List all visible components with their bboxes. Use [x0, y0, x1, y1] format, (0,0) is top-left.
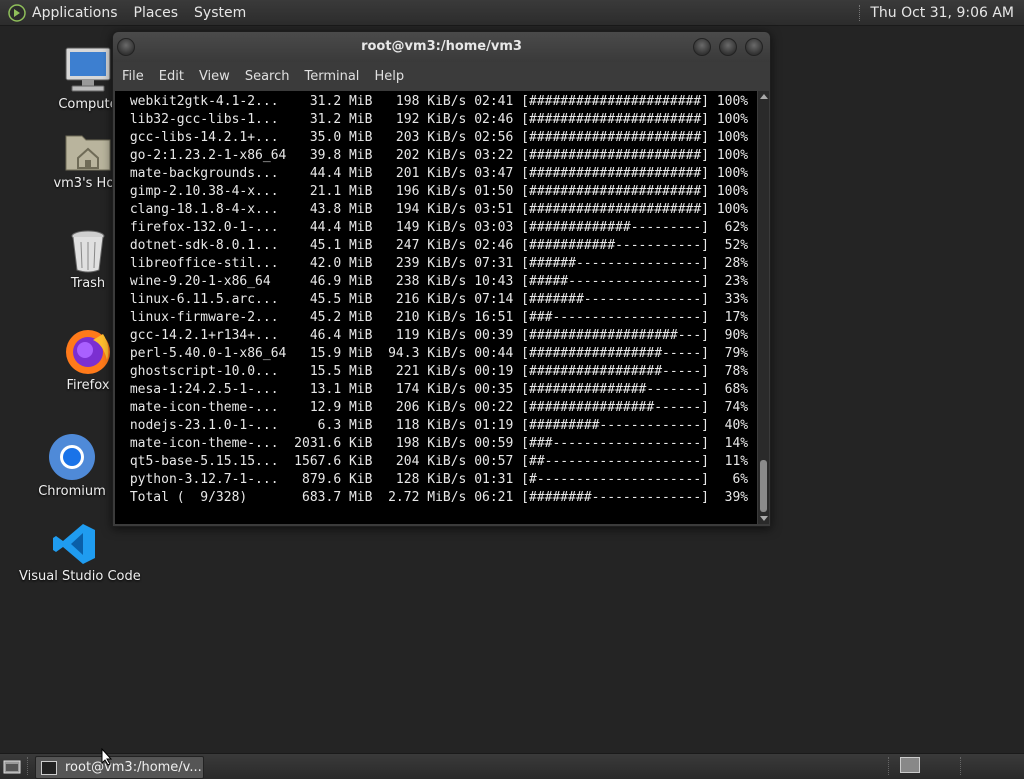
scroll-up-arrow-icon[interactable]: [760, 94, 768, 99]
terminal-line: mate-backgrounds... 44.4 MiB 201 KiB/s 0…: [122, 166, 749, 181]
terminal-line: firefox-132.0-1-... 44.4 MiB 149 KiB/s 0…: [122, 220, 749, 235]
chromium-icon: [49, 434, 95, 480]
maximize-button[interactable]: [719, 38, 737, 56]
close-button[interactable]: [745, 38, 763, 56]
scroll-down-arrow-icon[interactable]: [760, 516, 768, 521]
home-folder-icon: [65, 135, 111, 171]
applications-logo-icon[interactable]: [8, 3, 26, 22]
terminal-line: libreoffice-stil... 42.0 MiB 239 KiB/s 0…: [122, 256, 749, 271]
menu-terminal[interactable]: Terminal: [304, 69, 359, 84]
terminal-menubar: File Edit View Search Terminal Help: [113, 62, 770, 90]
workspace-switcher-1[interactable]: [900, 757, 920, 773]
terminal-line: wine-9.20-1-x86_64 46.9 MiB 238 KiB/s 10…: [122, 274, 749, 289]
terminal-line: perl-5.40.0-1-x86_64 15.9 MiB 94.3 KiB/s…: [122, 346, 749, 361]
terminal-line: mate-icon-theme-... 2031.6 KiB 198 KiB/s…: [122, 436, 749, 451]
firefox-icon: [66, 330, 110, 374]
menu-view[interactable]: View: [199, 69, 230, 84]
taskbar-terminal-button[interactable]: root@vm3:/home/v...: [35, 756, 204, 779]
minimize-button[interactable]: [693, 38, 711, 56]
terminal-line: gcc-14.2.1+r134+... 46.4 MiB 119 KiB/s 0…: [122, 328, 749, 343]
panel-separator: [960, 757, 963, 775]
terminal-line: qt5-base-5.15.15... 1567.6 KiB 204 KiB/s…: [122, 454, 749, 469]
terminal-line: dotnet-sdk-8.0.1... 45.1 MiB 247 KiB/s 0…: [122, 238, 749, 253]
bottom-panel: root@vm3:/home/v...: [0, 753, 1024, 779]
menu-help[interactable]: Help: [374, 69, 404, 84]
taskbar-label: root@vm3:/home/v...: [65, 760, 202, 775]
terminal-line: nodejs-23.1.0-1-... 6.3 MiB 118 KiB/s 01…: [122, 418, 749, 433]
top-panel: Applications Places System Thu Oct 31, 9…: [0, 0, 1024, 26]
applications-menu[interactable]: Applications: [32, 5, 118, 21]
terminal-line: python-3.12.7-1-... 879.6 KiB 128 KiB/s …: [122, 472, 749, 487]
window-titlebar[interactable]: root@vm3:/home/vm3: [113, 32, 770, 62]
system-menu[interactable]: System: [194, 5, 246, 21]
computer-icon: [65, 47, 111, 92]
panel-separator: [859, 4, 862, 21]
terminal-line: lib32-gcc-libs-1... 31.2 MiB 192 KiB/s 0…: [122, 112, 749, 127]
desktop-icon-label: Visual Studio Code: [19, 569, 141, 584]
mouse-cursor-icon: [101, 748, 113, 766]
terminal-line: linux-6.11.5.arc... 45.5 MiB 216 KiB/s 0…: [122, 292, 749, 307]
menu-file[interactable]: File: [122, 69, 144, 84]
terminal-line: mate-icon-theme-... 12.9 MiB 206 KiB/s 0…: [122, 400, 749, 415]
terminal-line: linux-firmware-2... 45.2 MiB 210 KiB/s 1…: [122, 310, 749, 325]
panel-separator: [27, 757, 30, 775]
terminal-line: gcc-libs-14.2.1+... 35.0 MiB 203 KiB/s 0…: [122, 130, 749, 145]
terminal-line: webkit2gtk-4.1-2... 31.2 MiB 198 KiB/s 0…: [122, 94, 749, 109]
desktop-icon-label: Chromium: [38, 484, 106, 499]
terminal-line: ghostscript-10.0... 15.5 MiB 221 KiB/s 0…: [122, 364, 749, 379]
terminal-window[interactable]: root@vm3:/home/vm3 File Edit View Search…: [112, 31, 771, 527]
window-title: root@vm3:/home/vm3: [361, 39, 522, 54]
trash-icon: [71, 230, 105, 273]
terminal-line: mesa-1:24.2.5-1-... 13.1 MiB 174 KiB/s 0…: [122, 382, 749, 397]
terminal-scrollbar[interactable]: [758, 91, 769, 524]
desktop-icon-chromium[interactable]: Chromium: [17, 432, 127, 499]
menu-edit[interactable]: Edit: [159, 69, 184, 84]
places-menu[interactable]: Places: [134, 5, 179, 21]
clock[interactable]: Thu Oct 31, 9:06 AM: [870, 5, 1014, 21]
terminal-line: Total ( 9/328) 683.7 MiB 2.72 MiB/s 06:2…: [122, 490, 749, 505]
terminal-line: clang-18.1.8-4-x... 43.8 MiB 194 KiB/s 0…: [122, 202, 749, 217]
menu-search[interactable]: Search: [245, 69, 290, 84]
vscode-icon: [53, 524, 95, 564]
show-desktop-icon[interactable]: [3, 759, 21, 774]
terminal-line: go-2:1.23.2-1-x86_64 39.8 MiB 202 KiB/s …: [122, 148, 749, 163]
scrollbar-thumb[interactable]: [760, 460, 767, 512]
panel-separator: [888, 757, 891, 775]
terminal-icon: [41, 760, 57, 775]
terminal-output[interactable]: webkit2gtk-4.1-2... 31.2 MiB 198 KiB/s 0…: [115, 91, 757, 524]
desktop-icon-vscode[interactable]: Visual Studio Code: [19, 521, 141, 584]
terminal-line: gimp-2.10.38-4-x... 21.1 MiB 196 KiB/s 0…: [122, 184, 749, 199]
